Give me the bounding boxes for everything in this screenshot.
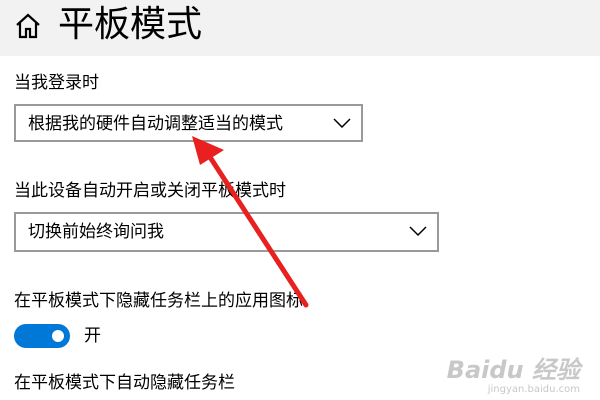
watermark-logo: Baidu 经验	[446, 356, 580, 384]
hide-app-icons-state: 开	[84, 326, 101, 346]
watermark-url: jingyan.baidu.com	[487, 384, 580, 395]
auto-hide-taskbar-label: 在平板模式下自动隐藏任务栏	[14, 373, 235, 393]
sign-in-mode-value: 根据我的硬件自动调整适当的模式	[28, 114, 283, 134]
auto-switch-value: 切换前始终询问我	[28, 222, 164, 242]
sign-in-label: 当我登录时	[14, 73, 99, 93]
home-icon[interactable]	[14, 12, 42, 40]
auto-switch-label: 当此设备自动开启或关闭平板模式时	[14, 181, 286, 201]
sign-in-mode-dropdown[interactable]: 根据我的硬件自动调整适当的模式	[14, 104, 363, 142]
chevron-down-icon	[409, 226, 427, 237]
toggle-knob	[52, 330, 64, 342]
page-title: 平板模式	[58, 4, 203, 45]
header-bar: 平板模式	[0, 0, 600, 56]
auto-switch-dropdown[interactable]: 切换前始终询问我	[14, 212, 439, 252]
hide-app-icons-label: 在平板模式下隐藏任务栏上的应用图标	[14, 291, 303, 311]
hide-app-icons-toggle[interactable]	[14, 324, 70, 348]
baidu-watermark: Baidu 经验 jingyan.baidu.com	[447, 356, 580, 396]
chevron-down-icon	[333, 118, 351, 129]
